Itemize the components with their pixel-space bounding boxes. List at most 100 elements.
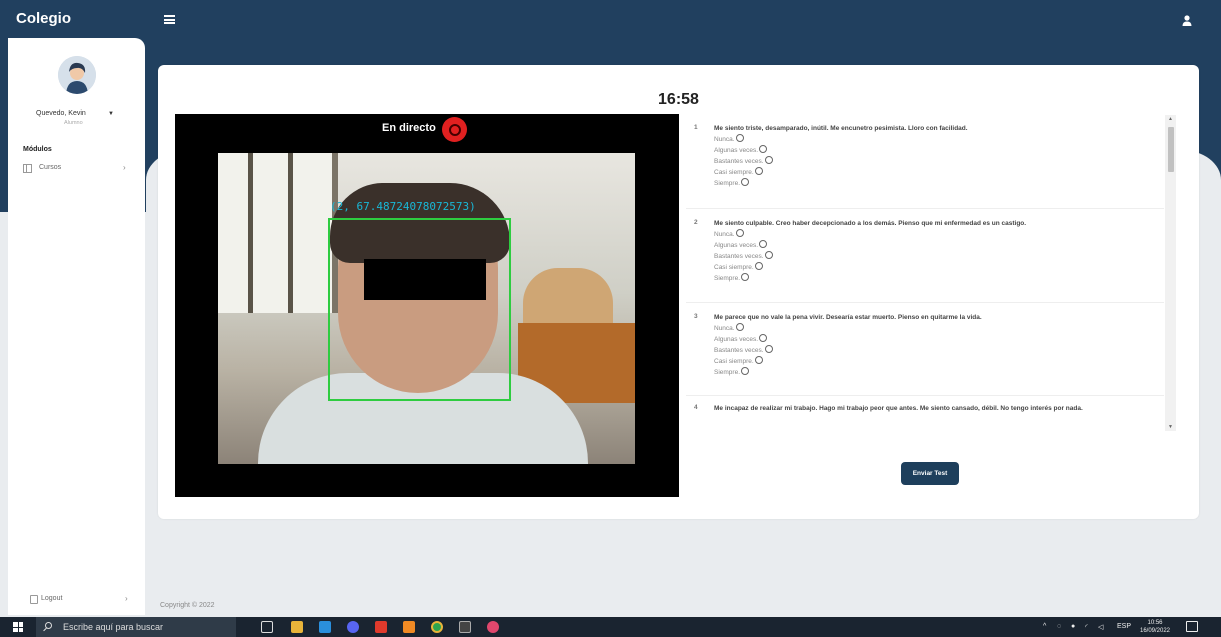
censor-bar [364,259,486,300]
sidebar-item-label: Cursos [39,164,62,171]
chevron-right-icon: › [123,163,126,172]
live-broadcast-icon[interactable] [442,117,467,142]
option-bastantes-veces[interactable]: Bastantes veces. [714,156,773,167]
search-placeholder: Escribe aquí para buscar [63,622,164,632]
wifi-icon[interactable]: ◜ [1085,623,1088,631]
table-icon [23,164,32,173]
chrome-icon[interactable] [431,621,443,633]
logout-button[interactable]: Logout › [30,594,143,608]
option-siempre[interactable]: Siempre. [714,367,750,378]
radio-button[interactable] [759,240,768,248]
xampp-icon[interactable] [375,621,387,633]
countdown-timer: 16:58 [658,91,699,108]
option-bastantes-veces[interactable]: Bastantes veces. [714,345,773,356]
webcam-feed: (2, 67.48724078072573) [218,153,635,464]
option-nunca[interactable]: Nunca. [714,134,744,145]
windows-taskbar: Escribe aquí para buscar ^ ◌ ● ◜ ◁ ESP 1… [0,617,1221,637]
search-icon [45,622,52,629]
user-name[interactable]: Quevedo, Kevin [36,110,86,117]
question-item: 2 Me siento culpable. Creo haber decepci… [686,209,1164,303]
option-casi-siempre[interactable]: Casi siempre. [714,167,763,178]
notifications-icon[interactable] [1186,621,1198,632]
radio-button[interactable] [735,323,744,331]
radio-button[interactable] [759,145,768,153]
copyright-text: Copyright © 2022 [160,602,215,609]
windows-start-icon[interactable] [13,622,23,632]
option-casi-siempre[interactable]: Casi siempre. [714,262,763,273]
live-label: En directo [382,122,436,134]
avatar[interactable] [58,56,96,94]
detection-text: (2, 67.48724078072573) [330,200,476,213]
sidebar: Quevedo, Kevin ▼ Alumno Módulos Cursos ›… [8,38,145,615]
app-icon[interactable] [487,621,499,633]
question-number: 4 [694,404,698,411]
volume-icon[interactable]: ◁ [1098,623,1103,631]
option-siempre[interactable]: Siempre. [714,178,750,189]
chevron-right-icon: › [125,594,128,603]
questions-panel[interactable]: 1 Me siento triste, desamparado, inútil.… [686,114,1176,431]
option-siempre[interactable]: Siempre. [714,273,750,284]
radio-button[interactable] [754,262,763,270]
top-navbar: Colegio [0,0,1221,38]
vscode-icon[interactable] [319,621,331,633]
question-text: Me incapaz de realizar mi trabajo. Hago … [714,405,1083,412]
radio-button[interactable] [754,356,763,364]
sidebar-item-cursos[interactable]: Cursos › [23,163,133,177]
radio-button[interactable] [735,134,744,142]
question-number: 2 [694,219,698,226]
task-view-icon[interactable] [261,621,273,633]
clock-date: 16/09/2022 [1139,628,1171,634]
question-item: 4 Me incapaz de realizar mi trabajo. Hag… [686,396,1164,431]
scroll-thumb[interactable] [1168,127,1174,172]
send-test-button[interactable]: Enviar Test [901,462,959,485]
chevron-up-icon[interactable]: ^ [1043,623,1046,630]
caret-down-icon[interactable]: ▼ [108,111,114,117]
radio-button[interactable] [741,178,750,186]
question-item: 3 Me parece que no vale la pena vivir. D… [686,303,1164,396]
option-nunca[interactable]: Nunca. [714,323,744,334]
door-icon [30,595,38,604]
radio-button[interactable] [764,251,773,259]
question-item: 1 Me siento triste, desamparado, inútil.… [686,114,1164,209]
taskbar-search-input[interactable]: Escribe aquí para buscar [36,617,236,637]
radio-button[interactable] [754,167,763,175]
option-algunas-veces[interactable]: Algunas veces. [714,145,768,156]
sublime-icon[interactable] [403,621,415,633]
radio-button[interactable] [764,156,773,164]
microphone-icon[interactable]: ● [1071,623,1075,630]
network-icon[interactable]: ◌ [1057,623,1061,630]
scroll-down-icon[interactable]: ▼ [1168,424,1173,430]
question-number: 3 [694,313,698,320]
hamburger-icon[interactable] [164,15,175,24]
question-text: Me siento culpable. Creo haber decepcion… [714,220,1027,227]
questions-scrollbar[interactable]: ▲ ▼ [1165,115,1176,431]
terminal-icon[interactable] [459,621,471,633]
language-indicator[interactable]: ESP [1117,623,1131,630]
question-text: Me parece que no vale la pena vivir. Des… [714,314,982,321]
option-casi-siempre[interactable]: Casi siempre. [714,356,763,367]
option-algunas-veces[interactable]: Algunas veces. [714,240,768,251]
face-detection-box [328,218,511,401]
discord-icon[interactable] [347,621,359,633]
radio-button[interactable] [741,273,750,281]
radio-button[interactable] [741,367,750,375]
user-role: Alumno [64,120,83,126]
taskbar-clock[interactable]: 10:56 16/09/2022 [1137,619,1173,635]
option-algunas-veces[interactable]: Algunas veces. [714,334,768,345]
option-nunca[interactable]: Nunca. [714,229,744,240]
radio-button[interactable] [759,334,768,342]
webcam-panel: En directo (2, 67.48724078072573) [175,114,679,497]
brand-title[interactable]: Colegio [16,10,71,27]
radio-button[interactable] [735,229,744,237]
file-explorer-icon[interactable] [291,621,303,633]
user-icon[interactable] [1181,13,1193,26]
logout-label: Logout [41,595,63,602]
radio-button[interactable] [764,345,773,353]
clock-time: 10:56 [1147,620,1163,626]
scroll-up-icon[interactable]: ▲ [1168,116,1173,122]
question-text: Me siento triste, desamparado, inútil. M… [714,125,968,132]
test-card: 16:58 En directo (2, 67.48724078072573) … [158,65,1199,519]
option-bastantes-veces[interactable]: Bastantes veces. [714,251,773,262]
question-number: 1 [694,124,698,131]
section-label: Módulos [23,146,52,153]
